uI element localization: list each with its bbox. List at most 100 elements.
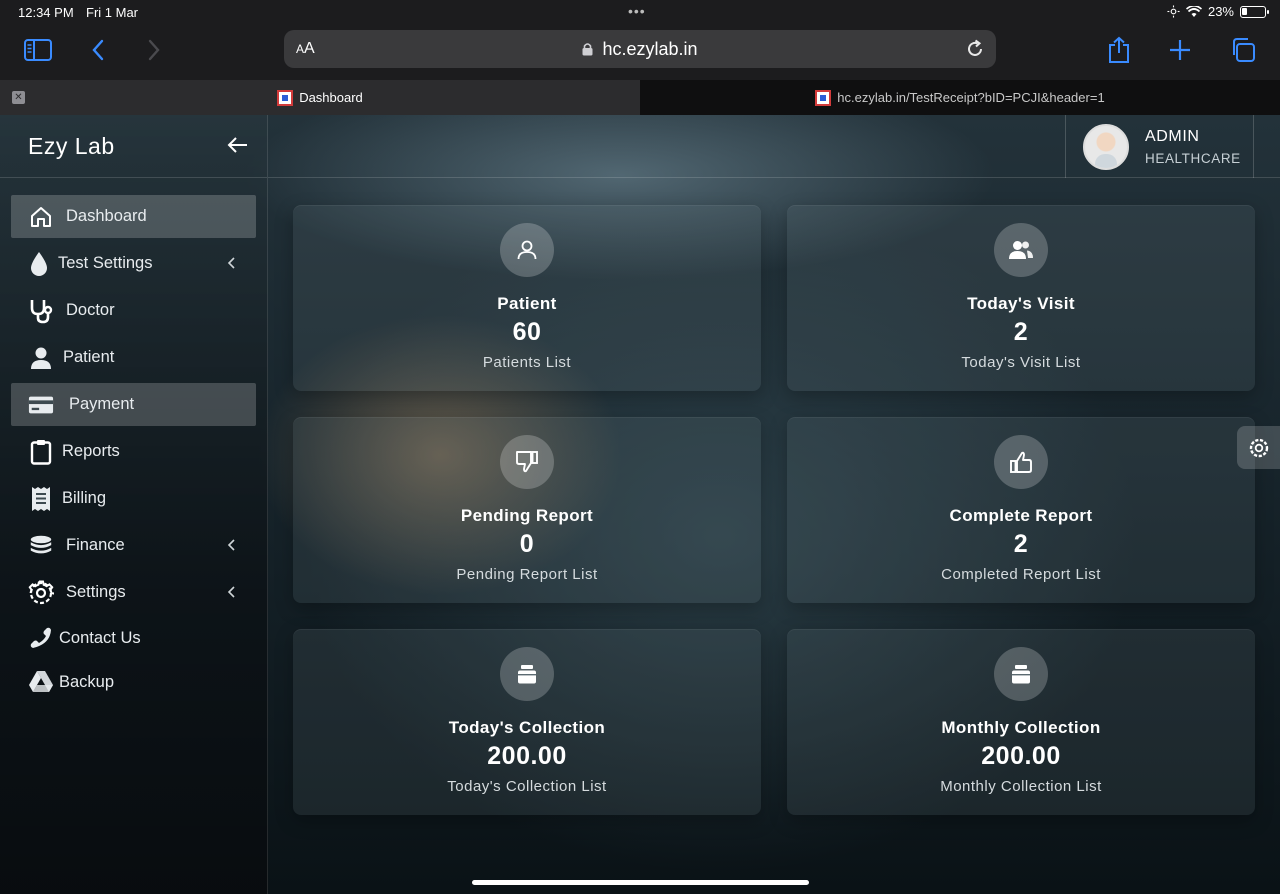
card-value: 200.00 xyxy=(981,742,1061,770)
share-icon[interactable] xyxy=(1102,36,1136,64)
tabs-overview-icon[interactable] xyxy=(1226,36,1260,64)
coins-icon xyxy=(28,533,54,559)
sidebar-item-label: Backup xyxy=(59,672,115,691)
user-icon xyxy=(500,223,554,277)
sidebar-item-finance[interactable]: Finance xyxy=(11,524,256,567)
card-title: Today's Visit xyxy=(967,294,1075,313)
top-header: ADMIN HEALTHCARE xyxy=(268,115,1280,178)
thumbs-up-icon xyxy=(994,435,1048,489)
card-todays-visit[interactable]: Today's Visit 2 Today's Visit List xyxy=(787,205,1255,391)
drop-icon xyxy=(26,251,52,277)
multitasking-dots-icon[interactable]: ••• xyxy=(628,3,646,19)
credit-card-icon xyxy=(28,392,54,418)
sidebar-item-label: Doctor xyxy=(66,301,115,319)
card-link[interactable]: Monthly Collection List xyxy=(787,778,1255,795)
status-bar: 12:34 PM Fri 1 Mar ••• 23% xyxy=(0,0,1280,26)
card-link[interactable]: Completed Report List xyxy=(787,566,1255,583)
sidebar-item-label: Settings xyxy=(66,583,126,601)
sidebar-item-label: Test Settings xyxy=(58,254,153,272)
thumbs-down-icon xyxy=(500,435,554,489)
sidebar-item-contact-us[interactable]: Contact Us xyxy=(11,618,256,658)
card-title: Complete Report xyxy=(949,506,1093,525)
close-tab-icon[interactable]: ✕ xyxy=(12,91,25,104)
card-title: Patient xyxy=(497,294,557,313)
brand-logo[interactable]: Ezy Lab xyxy=(28,133,115,160)
sidebar-nav: Dashboard Test Settings Doctor Patient P… xyxy=(0,178,267,702)
address-bar[interactable]: AA hc.ezylab.in xyxy=(284,30,996,68)
battery-icon xyxy=(1240,5,1269,18)
money-stack-icon xyxy=(500,647,554,701)
sidebar-item-label: Billing xyxy=(62,489,107,507)
status-date: Fri 1 Mar xyxy=(86,5,138,20)
reload-icon[interactable] xyxy=(964,38,986,60)
user-name: ADMIN xyxy=(1145,128,1200,145)
tab-strip: ✕ Dashboard hc.ezylab.in/TestReceipt?bID… xyxy=(0,80,1280,115)
app-root: Ezy Lab Dashboard Test Settings Doctor P… xyxy=(0,115,1280,894)
gear-icon xyxy=(28,580,54,606)
card-title: Pending Report xyxy=(460,506,594,525)
card-title: Today's Collection xyxy=(448,718,606,737)
home-indicator[interactable] xyxy=(472,880,809,885)
sidebar-header: Ezy Lab xyxy=(0,115,267,178)
site-favicon-icon xyxy=(277,89,294,106)
money-stack-icon xyxy=(994,647,1048,701)
card-value: 200.00 xyxy=(487,742,567,770)
new-tab-icon[interactable] xyxy=(1163,36,1197,64)
home-icon xyxy=(28,204,54,230)
url-text: hc.ezylab.in xyxy=(602,39,698,59)
sidebar-item-payment[interactable]: Payment xyxy=(11,383,256,426)
sidebar-item-billing[interactable]: Billing xyxy=(11,477,256,520)
lock-icon xyxy=(582,43,593,56)
tab-dashboard[interactable]: ✕ Dashboard xyxy=(0,80,640,115)
card-title: Monthly Collection xyxy=(941,718,1101,737)
user-profile[interactable]: ADMIN HEALTHCARE xyxy=(1065,115,1254,178)
theme-settings-button[interactable] xyxy=(1237,426,1280,469)
gear-icon xyxy=(1249,438,1268,457)
sidebar-item-label: Dashboard xyxy=(66,207,147,225)
sidebar-item-settings[interactable]: Settings xyxy=(11,571,256,614)
sidebar-item-backup[interactable]: Backup xyxy=(11,662,256,702)
drive-icon xyxy=(28,669,54,695)
receipt-icon xyxy=(28,486,54,512)
user-icon xyxy=(28,345,54,371)
chevron-left-icon xyxy=(227,257,235,269)
card-complete-report[interactable]: Complete Report 2 Completed Report List xyxy=(787,417,1255,603)
sidebar-item-label: Reports xyxy=(62,442,120,460)
chevron-left-icon xyxy=(227,539,235,551)
card-patient[interactable]: Patient 60 Patients List xyxy=(293,205,761,391)
card-pending-report[interactable]: Pending Report 0 Pending Report List xyxy=(293,417,761,603)
battery-percent: 23% xyxy=(1207,4,1234,19)
phone-icon xyxy=(28,625,54,651)
users-icon xyxy=(994,223,1048,277)
sidebar-toggle-icon[interactable] xyxy=(21,36,55,64)
sidebar: Ezy Lab Dashboard Test Settings Doctor P… xyxy=(0,115,268,894)
wifi-icon xyxy=(1185,5,1202,17)
card-value: 60 xyxy=(512,318,542,346)
card-link[interactable]: Today's Collection List xyxy=(293,778,761,795)
card-value: 0 xyxy=(519,530,535,558)
sidebar-item-doctor[interactable]: Doctor xyxy=(11,289,256,332)
back-icon[interactable] xyxy=(81,36,115,64)
tab-title: hc.ezylab.in/TestReceipt?bID=PCJI&header… xyxy=(837,90,1105,105)
card-todays-collection[interactable]: Today's Collection 200.00 Today's Collec… xyxy=(293,629,761,815)
sidebar-item-patient[interactable]: Patient xyxy=(11,336,256,379)
clipboard-icon xyxy=(28,439,54,465)
sidebar-item-reports[interactable]: Reports xyxy=(11,430,256,473)
card-link[interactable]: Pending Report List xyxy=(293,566,761,583)
card-value: 2 xyxy=(1013,530,1029,558)
forward-icon[interactable] xyxy=(137,36,171,64)
card-link[interactable]: Today's Visit List xyxy=(787,354,1255,371)
browser-toolbar: AA hc.ezylab.in xyxy=(0,26,1280,80)
card-monthly-collection[interactable]: Monthly Collection 200.00 Monthly Collec… xyxy=(787,629,1255,815)
sidebar-item-dashboard[interactable]: Dashboard xyxy=(11,195,256,238)
card-link[interactable]: Patients List xyxy=(293,354,761,371)
brightness-icon xyxy=(1167,5,1180,18)
sidebar-item-label: Payment xyxy=(69,395,135,413)
stethoscope-icon xyxy=(28,298,54,324)
collapse-arrow-icon[interactable] xyxy=(226,133,250,157)
avatar[interactable] xyxy=(1083,124,1129,170)
sidebar-item-label: Finance xyxy=(66,536,125,554)
sidebar-item-test-settings[interactable]: Test Settings xyxy=(11,242,256,285)
chevron-left-icon xyxy=(227,586,235,598)
tab-test-receipt[interactable]: hc.ezylab.in/TestReceipt?bID=PCJI&header… xyxy=(640,80,1280,115)
